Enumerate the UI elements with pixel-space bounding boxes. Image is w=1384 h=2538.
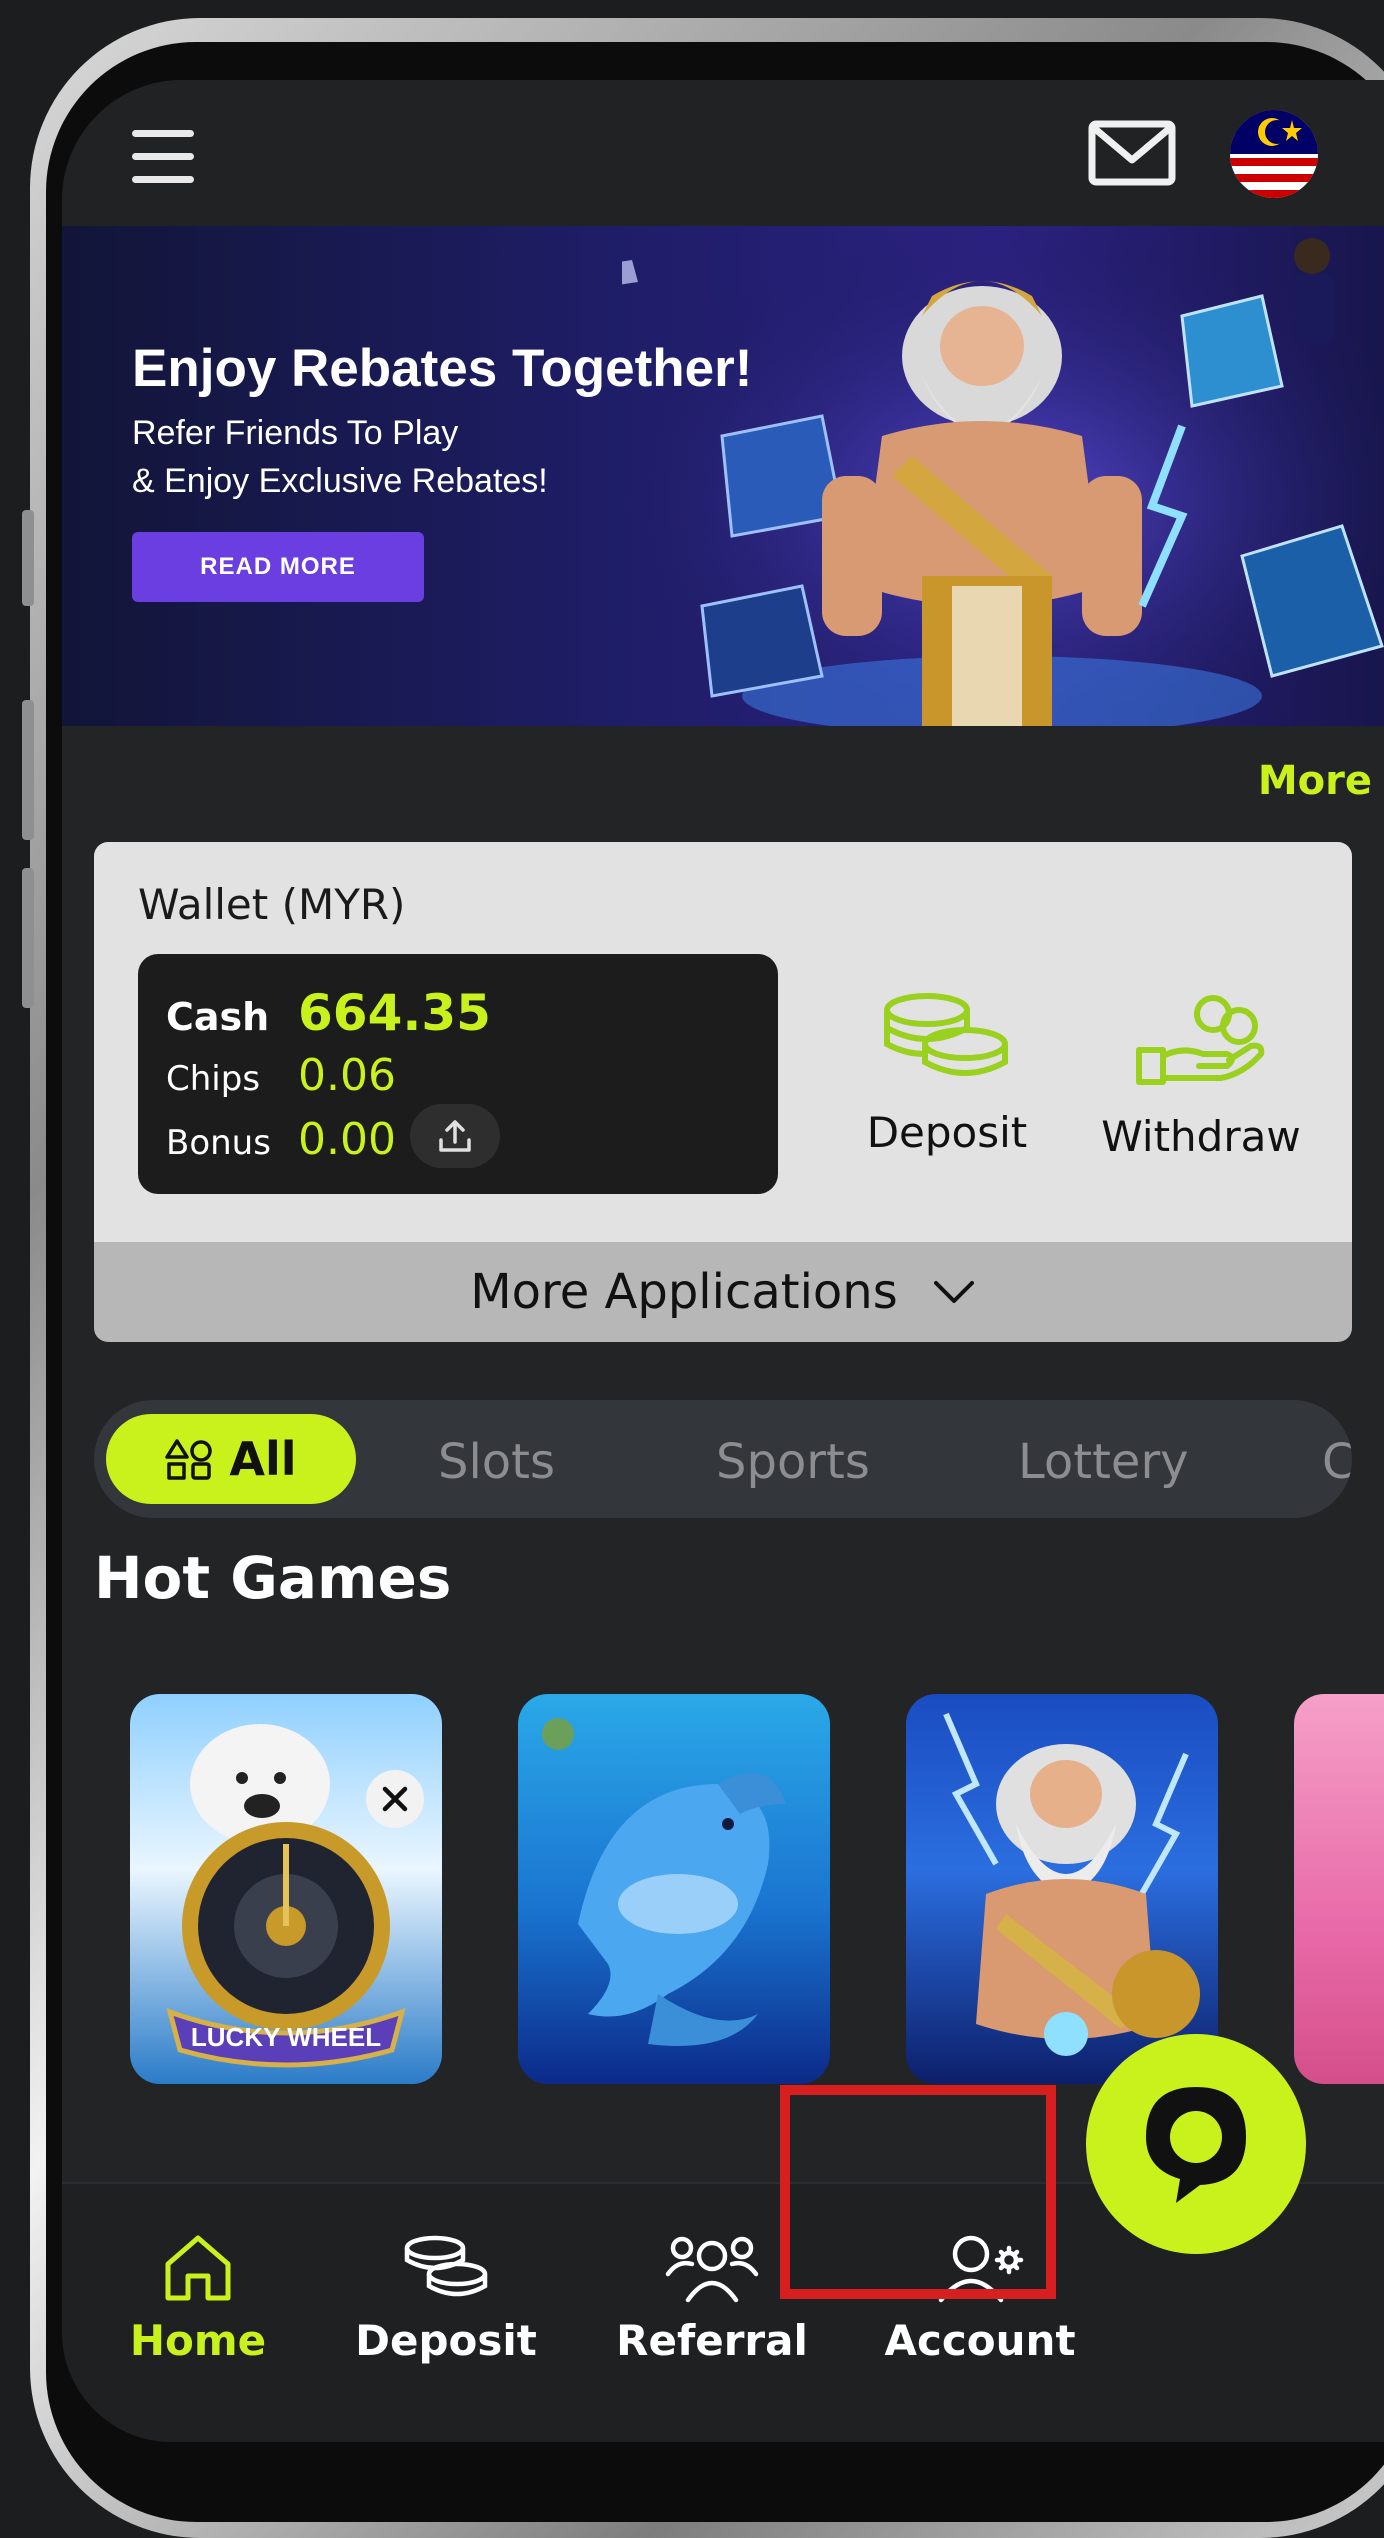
banner-subtitle: & Enjoy Exclusive Rebates! [132,462,548,500]
tab-slots[interactable]: Slots [438,1434,555,1490]
wallet-title: Wallet (MYR) [138,880,406,929]
close-icon[interactable] [366,1770,424,1828]
game-card-zeus[interactable] [906,1694,1218,2084]
hot-games-title: Hot Games [94,1544,452,1612]
wallet-withdraw-label: Withdraw [1101,1112,1301,1161]
chevron-down-icon [933,1281,974,1303]
top-bar [62,80,1384,226]
withdraw-hand-icon [1136,995,1265,1085]
nav-referral-label: Referral [616,2316,808,2365]
tab-casino[interactable]: Co [1322,1434,1352,1490]
referral-icon [665,2236,759,2303]
home-icon [165,2235,231,2301]
lucky-wheel-text: LUCKY WHEEL [191,2022,381,2052]
banner-title: Enjoy Rebates Together! [132,339,753,398]
mail-icon[interactable] [1088,120,1176,186]
dolphin-art [542,1718,786,2046]
more-applications-toggle[interactable]: More Applications [94,1242,1352,1342]
cash-label: Cash [166,995,270,1039]
live-chat-button[interactable] [1086,2034,1306,2254]
chips-label: Chips [166,1059,261,1099]
tab-sports[interactable]: Sports [716,1434,870,1490]
banner-subtitle: Refer Friends To Play [132,414,459,452]
phone-side-button [22,868,34,1008]
wallet-deposit-button[interactable]: Deposit [842,988,1052,1157]
game-card-lucky-wheel[interactable]: LUCKY WHEEL [130,1694,442,2084]
phone-side-button [22,510,34,606]
nav-account-label: Account [884,2316,1076,2365]
cash-value: 664.35 [298,984,491,1042]
menu-icon[interactable] [132,130,194,183]
tab-all-label: All [229,1432,297,1486]
wallet-card: Wallet (MYR) Cash 664.35 Chips 0.06 Bonu… [94,842,1352,1242]
promo-banner[interactable]: Enjoy Rebates Together! Refer Friends To… [62,226,1384,726]
upload-icon [439,1120,471,1152]
read-more-button[interactable]: READ MORE [132,532,424,602]
tab-all[interactable]: All [106,1414,356,1504]
more-link[interactable]: More [1258,758,1372,804]
nav-home-label: Home [129,2316,267,2365]
coins-icon [404,2235,488,2297]
nav-deposit[interactable]: Deposit [346,2230,546,2365]
cash-row: Cash 664.35 [166,984,491,1042]
shapes-icon [165,1439,213,1480]
category-tab-bar: All Slots Sports Lottery Co [94,1400,1352,1518]
chips-value: 0.06 [298,1050,396,1101]
game-card-dolphin[interactable] [518,1694,830,2084]
phone-side-button [22,700,34,840]
more-applications-label: More Applications [470,1264,898,1320]
zeus-art [943,1712,1200,2056]
coins-icon [884,993,1008,1076]
game-card-partial[interactable] [1294,1694,1384,2084]
malaysia-flag-icon[interactable] [1230,110,1318,198]
bonus-label: Bonus [166,1123,271,1163]
transfer-bonus-button[interactable] [410,1104,500,1168]
nav-home[interactable]: Home [98,2230,298,2365]
bonus-value: 0.00 [298,1114,396,1165]
account-highlight-box [780,2085,1056,2299]
nav-deposit-label: Deposit [355,2316,537,2365]
wallet-deposit-label: Deposit [866,1108,1028,1157]
banner-artwork [622,226,1384,726]
wallet-withdraw-button[interactable]: Withdraw [1096,988,1306,1161]
tab-lottery[interactable]: Lottery [1018,1434,1189,1490]
balance-box: Cash 664.35 Chips 0.06 Bonus 0.00 [138,954,778,1194]
chat-bubble-icon [1146,2087,1246,2203]
bonus-row: Bonus 0.00 [166,1114,396,1165]
chips-row: Chips 0.06 [166,1050,396,1101]
lucky-wheel-art: LUCKY WHEEL [166,1724,406,2068]
